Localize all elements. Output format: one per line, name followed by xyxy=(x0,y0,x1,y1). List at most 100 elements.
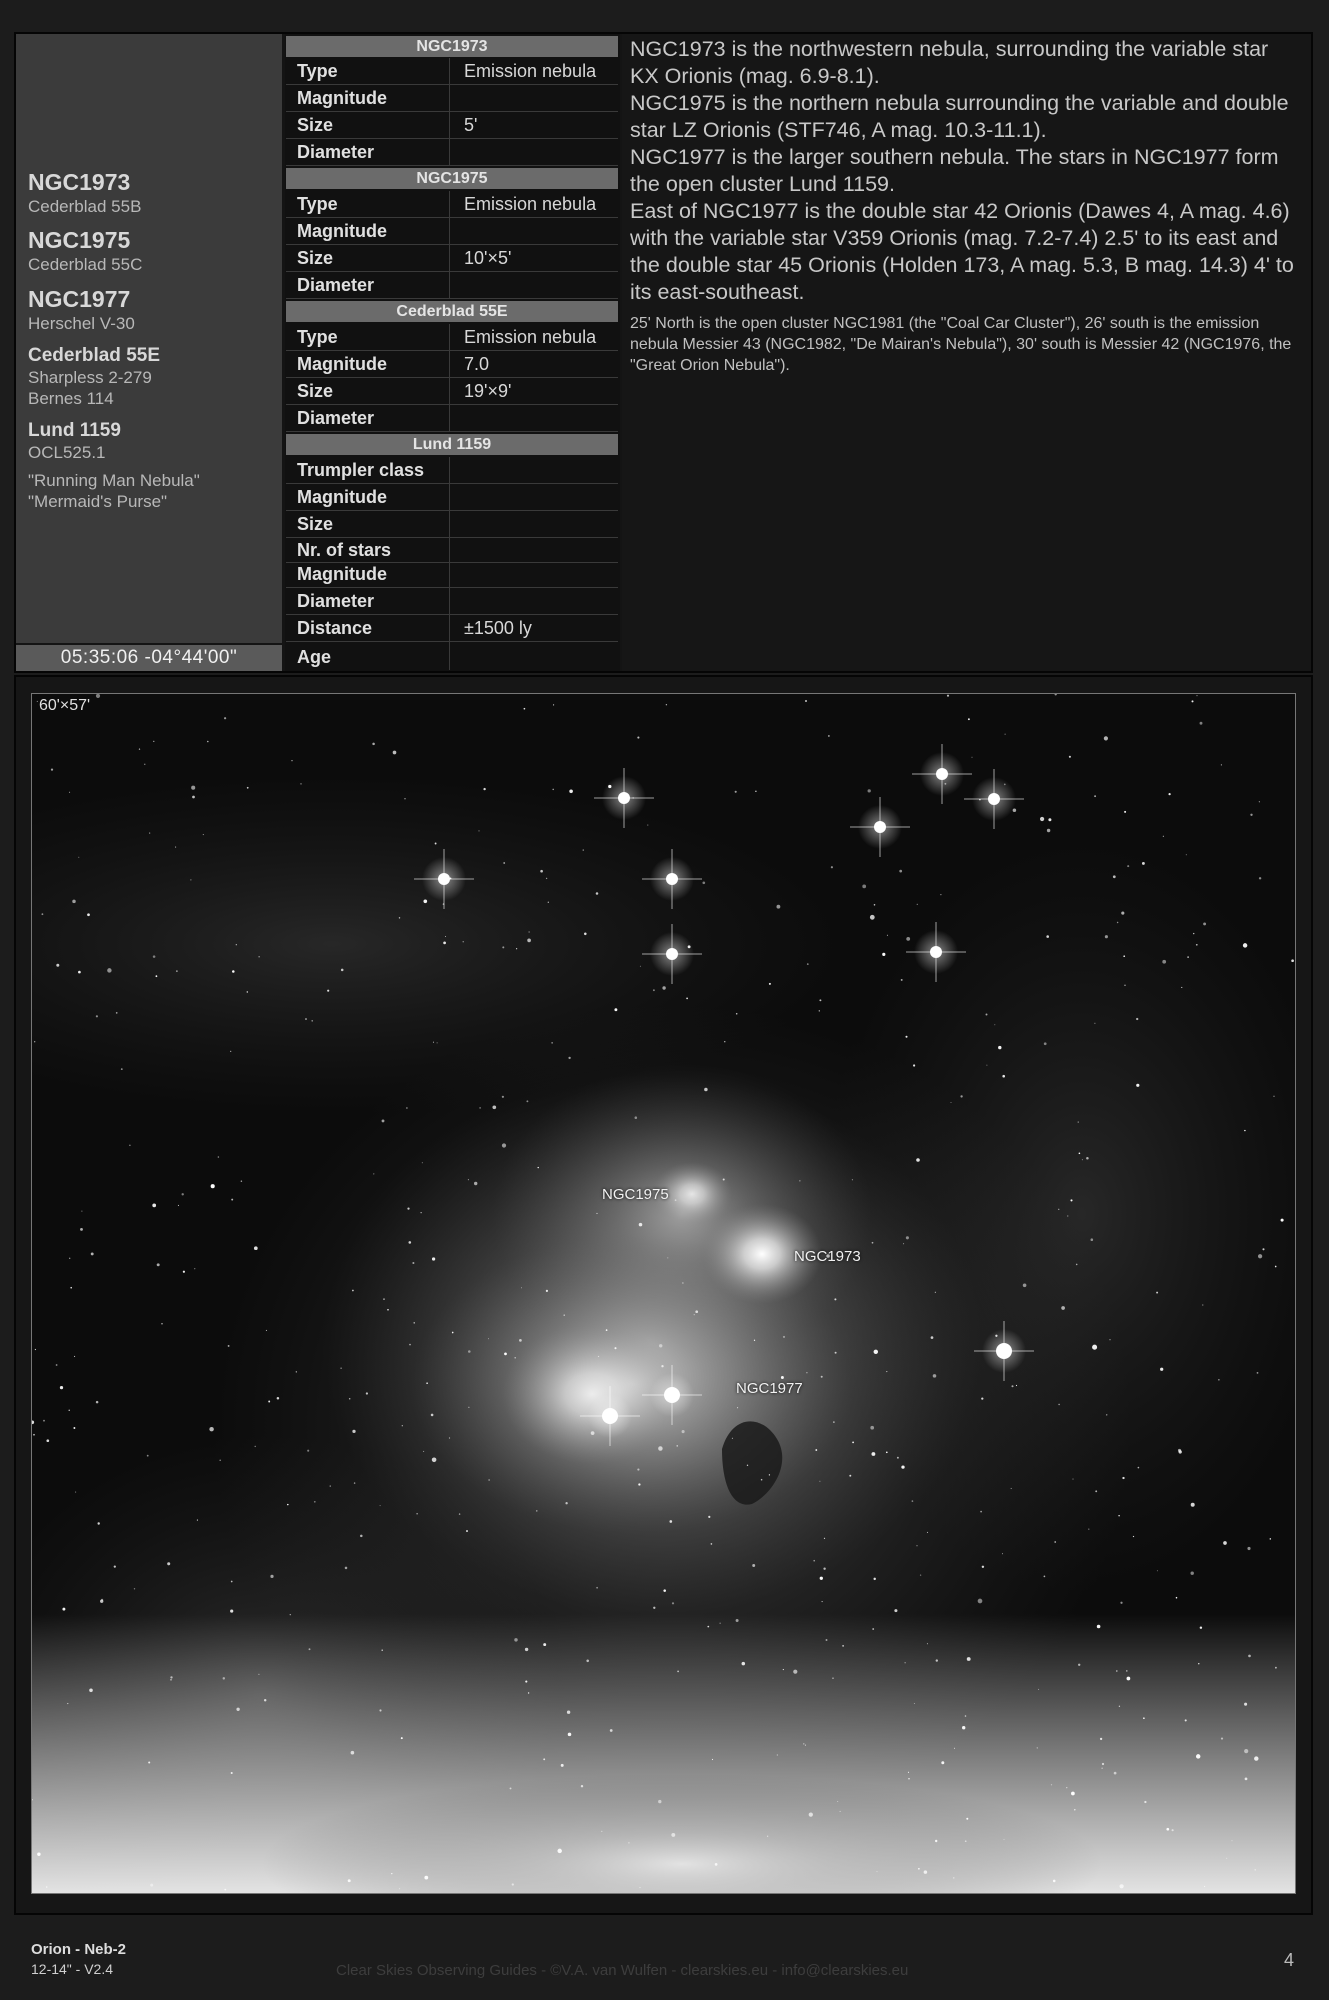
star xyxy=(528,931,530,933)
star xyxy=(501,1095,505,1098)
star xyxy=(960,1095,963,1098)
star xyxy=(1067,1215,1069,1217)
star xyxy=(799,1180,801,1182)
star xyxy=(1052,1879,1056,1883)
star xyxy=(658,1799,662,1804)
row-key: Size xyxy=(286,378,450,404)
star xyxy=(45,1886,48,1888)
table-row: Nr. of stars xyxy=(286,538,618,563)
star xyxy=(806,1371,808,1374)
star xyxy=(597,1355,600,1358)
star xyxy=(1247,1546,1251,1551)
star xyxy=(1070,1199,1073,1202)
star xyxy=(468,1350,471,1353)
table-row: Magnitude xyxy=(286,85,618,112)
star xyxy=(1280,1218,1284,1222)
star xyxy=(714,1863,718,1866)
star xyxy=(953,1747,956,1749)
star xyxy=(551,1042,553,1044)
star xyxy=(1096,1624,1101,1629)
star xyxy=(144,763,146,765)
star xyxy=(950,1101,952,1104)
star xyxy=(420,1212,422,1214)
star xyxy=(107,968,112,973)
field-of-view: 60'×57' xyxy=(39,697,91,714)
star xyxy=(230,1580,233,1583)
star xyxy=(923,1870,928,1874)
ident-alias: Herschel V-30 xyxy=(28,314,135,333)
star xyxy=(305,1018,307,1020)
star xyxy=(935,1659,938,1662)
star xyxy=(56,963,60,967)
star xyxy=(1196,694,1198,697)
star xyxy=(926,1531,929,1533)
star xyxy=(519,1339,522,1342)
ident-ngc1975: NGC1975 Cederblad 55C xyxy=(28,226,142,275)
star xyxy=(693,1314,695,1316)
star xyxy=(1156,1291,1159,1294)
star xyxy=(808,1812,813,1817)
star xyxy=(43,1419,45,1422)
label-ngc1973: NGC1973 xyxy=(794,1248,861,1265)
star xyxy=(424,1875,429,1880)
star xyxy=(663,1589,666,1592)
star xyxy=(1218,1379,1220,1381)
star xyxy=(194,1268,196,1270)
row-value xyxy=(452,218,618,244)
star xyxy=(634,1116,638,1119)
star xyxy=(95,1400,99,1404)
star xyxy=(834,1298,837,1301)
star xyxy=(1118,1514,1120,1517)
star xyxy=(467,1179,469,1181)
star xyxy=(839,1810,841,1812)
star xyxy=(819,1480,821,1482)
star xyxy=(176,970,178,972)
star xyxy=(1190,1502,1195,1507)
star xyxy=(381,1119,385,1123)
star xyxy=(557,1848,562,1854)
star xyxy=(1258,877,1262,880)
star xyxy=(258,1673,260,1676)
star xyxy=(1078,1663,1081,1666)
star xyxy=(1191,700,1194,703)
star xyxy=(313,1500,316,1503)
star xyxy=(1195,943,1198,946)
desc-note: 25' North is the open cluster NGC1981 (t… xyxy=(630,315,1292,374)
star xyxy=(89,1688,93,1693)
star xyxy=(524,1647,529,1652)
star xyxy=(638,1483,641,1486)
star xyxy=(1071,1791,1075,1796)
star xyxy=(1144,1800,1147,1804)
star xyxy=(191,785,196,790)
star xyxy=(224,717,227,720)
ident-name: NGC1977 xyxy=(28,286,131,312)
star xyxy=(1178,1450,1182,1454)
star xyxy=(379,1709,382,1712)
star xyxy=(1046,828,1051,833)
star xyxy=(1250,813,1253,816)
star xyxy=(1136,1083,1140,1087)
star xyxy=(1195,1754,1201,1759)
star xyxy=(1086,1157,1089,1160)
star xyxy=(350,1750,355,1755)
star xyxy=(667,1257,669,1259)
row-key: Diameter xyxy=(286,405,450,431)
row-value: ±1500 ly xyxy=(464,618,532,638)
star xyxy=(665,704,668,706)
star xyxy=(161,1323,163,1325)
star xyxy=(1126,1676,1131,1681)
star xyxy=(913,1064,916,1067)
star xyxy=(327,989,330,992)
star xyxy=(408,1241,412,1244)
star xyxy=(1058,1208,1060,1210)
star xyxy=(676,1445,678,1447)
star xyxy=(436,1042,438,1044)
star xyxy=(1244,1129,1246,1132)
star xyxy=(412,1261,415,1265)
star xyxy=(1081,1159,1083,1161)
table-row: Magnitude 7.0 xyxy=(286,351,618,378)
star xyxy=(1003,1838,1005,1840)
star xyxy=(919,1574,922,1576)
star xyxy=(1127,865,1130,868)
star xyxy=(392,750,397,755)
